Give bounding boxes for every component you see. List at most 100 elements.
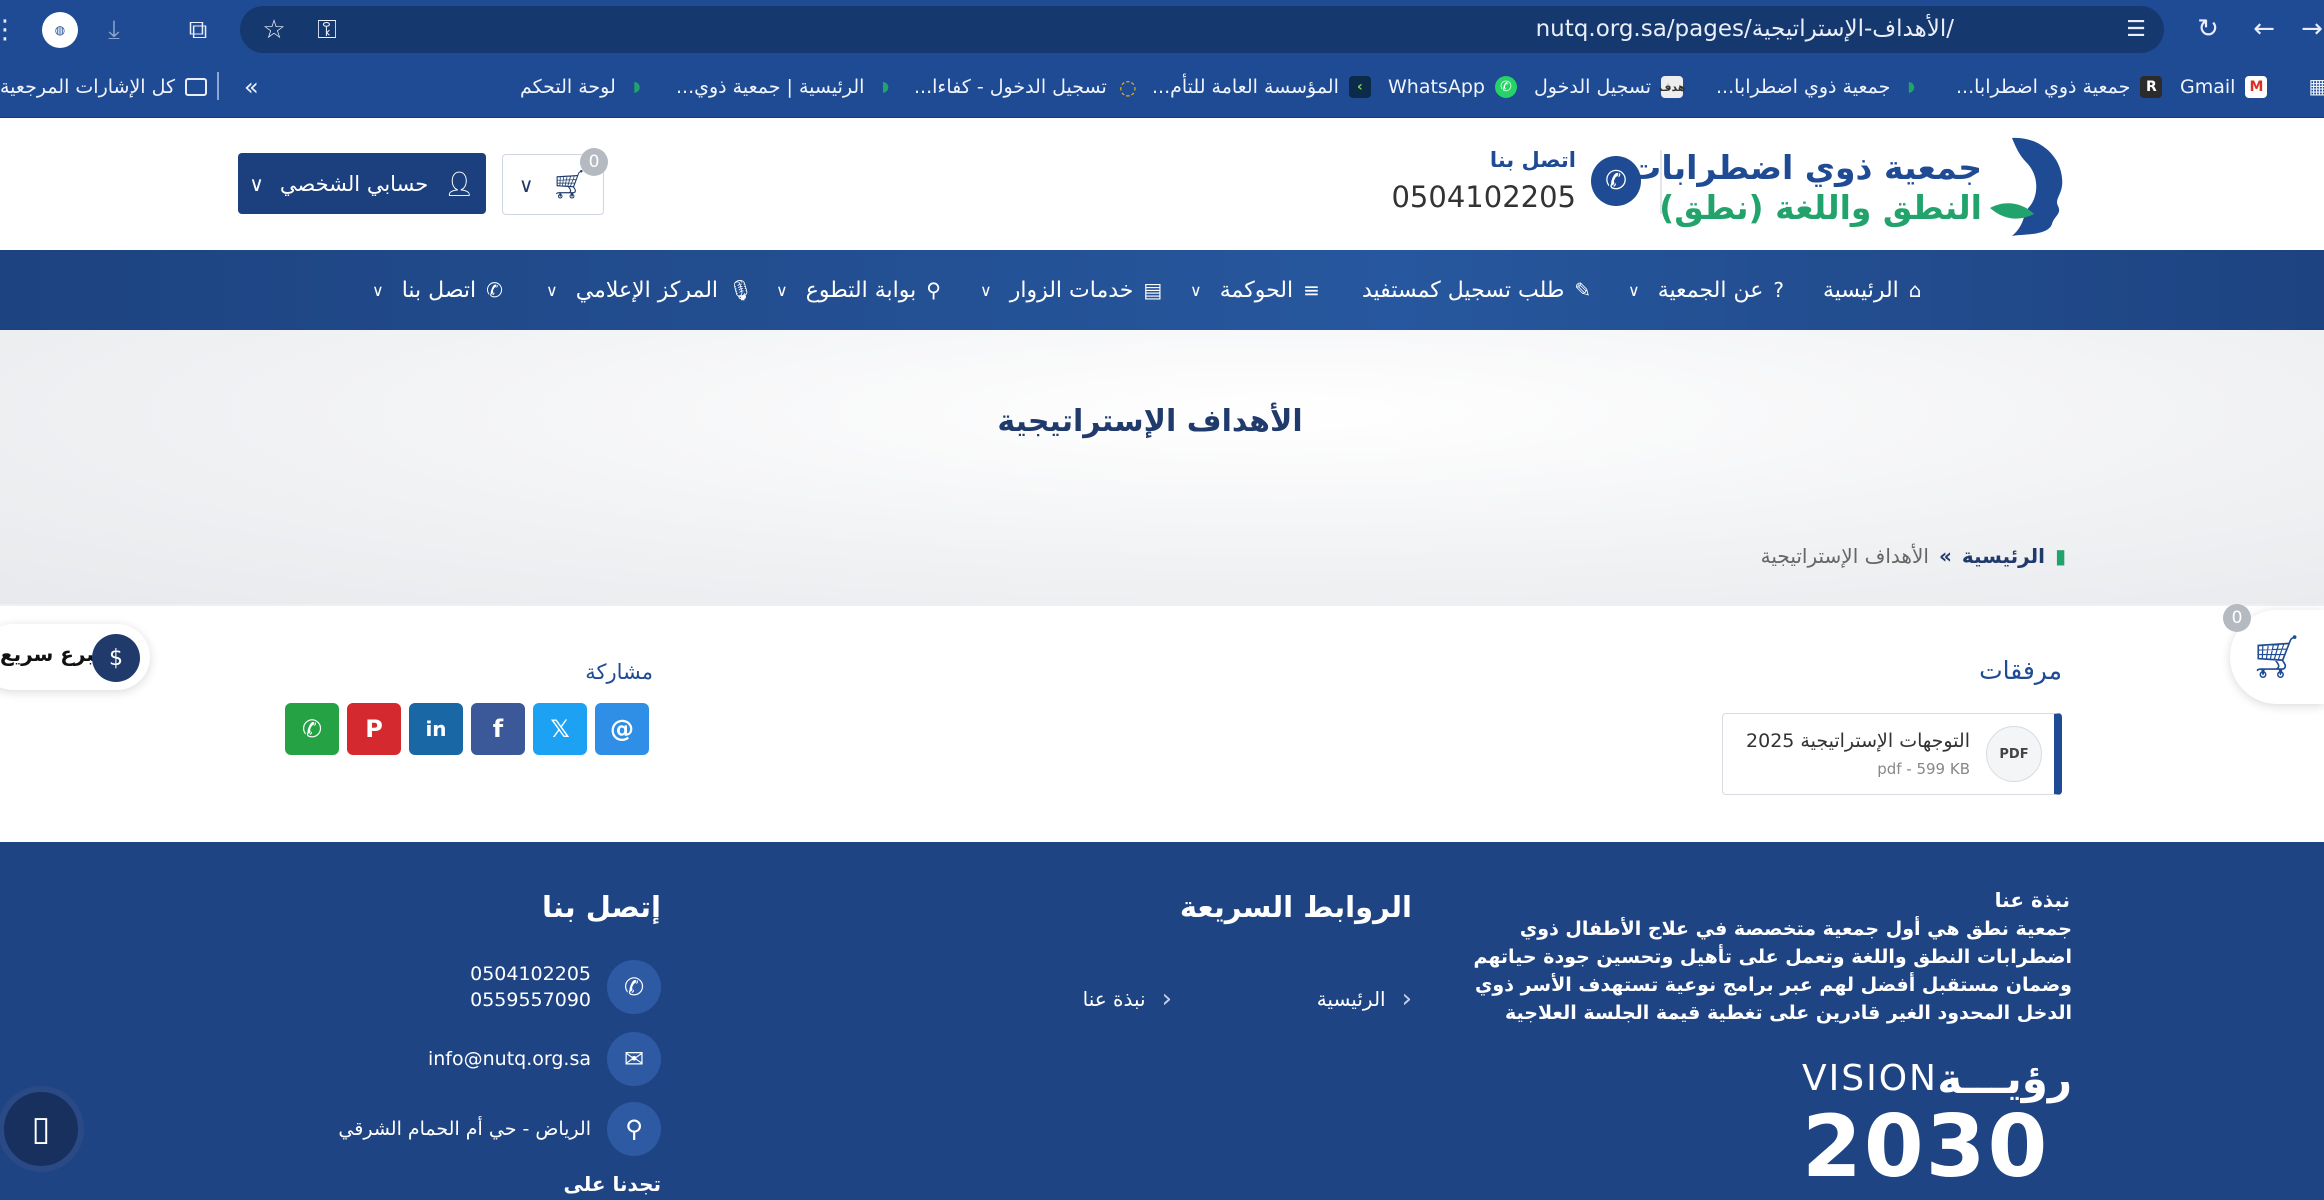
gosi-icon: ›: [1348, 76, 1371, 98]
all-bookmarks-button[interactable]: كل الإشارات المرجعية: [0, 70, 208, 104]
home-icon: ⌂: [1908, 278, 1922, 302]
nav-item-media[interactable]: 🎙︎ المركز الإعلامي ∨: [546, 274, 753, 306]
nutq-icon: ◗: [1900, 76, 1923, 98]
pdf-badge: PDF: [1999, 746, 2029, 762]
chevron-down-icon: ∨: [372, 280, 384, 300]
bookmark-login[interactable]: هدف تسجيل الدخول: [1534, 70, 1685, 104]
chevron-left-icon: ‹: [1161, 984, 1172, 1014]
bookmark-gmail[interactable]: M Gmail: [2180, 70, 2268, 104]
share-x-button[interactable]: 𝕏: [533, 703, 587, 755]
all-bookmarks-label: كل الإشارات المرجعية: [0, 76, 176, 98]
site-logo[interactable]: جمعية ذوي اضطرابات النطق واللغة (نطق): [1628, 136, 2072, 238]
donate-hand-icon: $: [92, 634, 140, 682]
reload-icon[interactable]: ↻: [2192, 13, 2224, 45]
bookmark-kafaat[interactable]: ◌ تسجيل الدخول - كفاءا...: [914, 70, 1139, 104]
more-bookmarks-button[interactable]: »: [244, 70, 259, 104]
nav-item-volunteer[interactable]: ⚲ بوابة التطوع ∨: [776, 274, 941, 306]
bookmark-nutq-home[interactable]: ◗ الرئيسية | جمعية ذوي...: [676, 70, 897, 104]
nav-item-label: الرئيسية: [1823, 277, 1899, 303]
nav-item-governance[interactable]: ≡ الحوكمة ∨: [1190, 274, 1320, 306]
bookmark-nutq-1[interactable]: R جمعية ذوي اضطرابا...: [1956, 70, 2163, 104]
share-linkedin-button[interactable]: in: [409, 703, 463, 755]
download-icon[interactable]: ⤓: [98, 14, 130, 46]
forward-icon[interactable]: ←: [2248, 13, 2280, 45]
account-button[interactable]: 👤︎ حسابي الشخصي ∨: [238, 153, 486, 214]
breadcrumb-home[interactable]: الرئيسية: [1962, 544, 2045, 568]
breadcrumb: ▮ الرئيسية » الأهداف الإستراتيجية: [1761, 544, 2066, 568]
footer-phone-1[interactable]: 0504102205: [470, 963, 591, 985]
share-facebook-button[interactable]: f: [471, 703, 525, 755]
nav-item-label: اتصل بنا: [401, 277, 477, 303]
hadaf-icon: هدف: [1659, 76, 1685, 98]
footer-address: ⚲ الرياض - حي أم الحمام الشرقي: [338, 1102, 661, 1156]
nutq-icon: ◗: [874, 76, 897, 98]
bookmark-nutq-2[interactable]: ◗ جمعية ذوي اضطرابا...: [1716, 70, 1923, 104]
apps-grid-icon[interactable]: ▦: [2306, 72, 2324, 100]
bookmark-label: الرئيسية | جمعية ذوي...: [676, 76, 865, 98]
address-bar[interactable]: ☆ ⚿ nutq.org.sa/pages/الأهداف-الإستراتيج…: [240, 6, 2164, 53]
bookmark-dashboard[interactable]: ◗ لوحة التحكم: [520, 70, 648, 104]
extensions-icon[interactable]: ⧉: [182, 14, 214, 46]
share-pinterest-button[interactable]: P: [347, 703, 401, 755]
bookmark-icon: ▮: [2054, 544, 2066, 568]
nav-item-visitors[interactable]: ▤ خدمات الزوار ∨: [980, 274, 1162, 306]
nav-item-contact[interactable]: ✆ اتصل بنا ∨: [372, 274, 503, 306]
user-icon: 👤︎: [444, 169, 475, 198]
pdf-file-icon: PDF: [1986, 726, 2042, 782]
share-whatsapp-button[interactable]: ✆: [285, 703, 339, 755]
profile-avatar[interactable]: ◍: [42, 12, 78, 48]
site-info-icon[interactable]: ☰: [2122, 16, 2150, 44]
url-text[interactable]: nutq.org.sa/pages/الأهداف-الإستراتيجية/: [1536, 16, 1954, 42]
phone-icon[interactable]: ✆: [1591, 156, 1641, 206]
page-title: الأهداف الإستراتيجية: [997, 404, 1303, 439]
footer-phones[interactable]: ✆ 0504102205 0559557090: [470, 960, 661, 1014]
quick-donate-label: تبرع سريع: [0, 642, 103, 666]
bookmark-label: WhatsApp: [1388, 76, 1485, 98]
bookmark-label: لوحة التحكم: [520, 76, 616, 98]
pinterest-icon: P: [365, 715, 383, 743]
bookmark-label: Gmail: [2180, 76, 2236, 98]
attachment-card[interactable]: PDF التوجهات الإستراتيجية 2025 pdf - 599…: [1722, 713, 2062, 795]
breadcrumb-current: الأهداف الإستراتيجية: [1760, 544, 1929, 568]
footer-link-about[interactable]: ‹ نبذة عنا: [1083, 984, 1172, 1014]
nav-item-register[interactable]: ✎ طلب تسجيل كمستفيد: [1362, 274, 1591, 306]
bookmark-whatsapp[interactable]: ✆ WhatsApp: [1388, 70, 1517, 104]
attachment-name[interactable]: التوجهات الإستراتيجية 2025: [1746, 730, 1970, 752]
r-icon: R: [2140, 76, 2163, 98]
back-icon[interactable]: →: [2296, 13, 2324, 45]
account-label: حسابي الشخصي: [279, 171, 429, 196]
quick-donate-button[interactable]: تبرع سريع $: [0, 624, 150, 690]
whatsapp-icon: ✆: [1494, 76, 1517, 98]
chevron-down-icon: ∨: [980, 280, 992, 300]
logo-head-icon: [1990, 137, 2063, 236]
bookmark-label: تسجيل الدخول: [1534, 76, 1652, 98]
breadcrumb-separator: »: [1938, 544, 1952, 568]
nav-item-home[interactable]: ⌂ الرئيسية: [1823, 274, 1921, 306]
footer-email[interactable]: ✉ info@nutq.org.sa: [428, 1032, 661, 1086]
nav-item-label: المركز الإعلامي: [575, 277, 719, 303]
mobile-app-button[interactable]: ▯: [0, 1086, 84, 1172]
bookmark-gosi[interactable]: › المؤسسة العامة للتأم...: [1152, 70, 1371, 104]
chevron-left-icon: ‹: [1401, 984, 1412, 1014]
vision-en-text: VISION: [1802, 1058, 1938, 1099]
footer-link-home[interactable]: ‹ الرئيسية: [1317, 984, 1412, 1014]
bookmark-label: جمعية ذوي اضطرابا...: [1716, 76, 1891, 98]
footer-phone-2[interactable]: 0559557090: [470, 989, 591, 1011]
whatsapp-icon: ✆: [301, 715, 323, 743]
password-key-icon[interactable]: ⚿: [310, 16, 344, 44]
folder-icon: [185, 78, 208, 96]
list-icon: ≡: [1303, 278, 1320, 302]
footer-address-text: الرياض - حي أم الحمام الشرقي: [338, 1118, 591, 1140]
footer-link-label: الرئيسية: [1316, 987, 1386, 1011]
contact-phone[interactable]: 0504102205: [1391, 180, 1576, 214]
chevron-down-icon: ∨: [249, 171, 264, 196]
share-email-button[interactable]: @: [595, 703, 649, 755]
vision-year-text: 2030: [1802, 1097, 2050, 1197]
bookmark-star-icon[interactable]: ☆: [260, 16, 288, 44]
footer-email-text[interactable]: info@nutq.org.sa: [428, 1048, 591, 1070]
edit-icon: ✎: [1574, 278, 1592, 302]
menu-dots-icon[interactable]: ⋮: [0, 16, 18, 44]
envelope-icon: ✉: [607, 1032, 661, 1086]
email-at-icon: @: [610, 715, 634, 743]
nav-item-about[interactable]: ? عن الجمعية ∨: [1628, 274, 1784, 306]
